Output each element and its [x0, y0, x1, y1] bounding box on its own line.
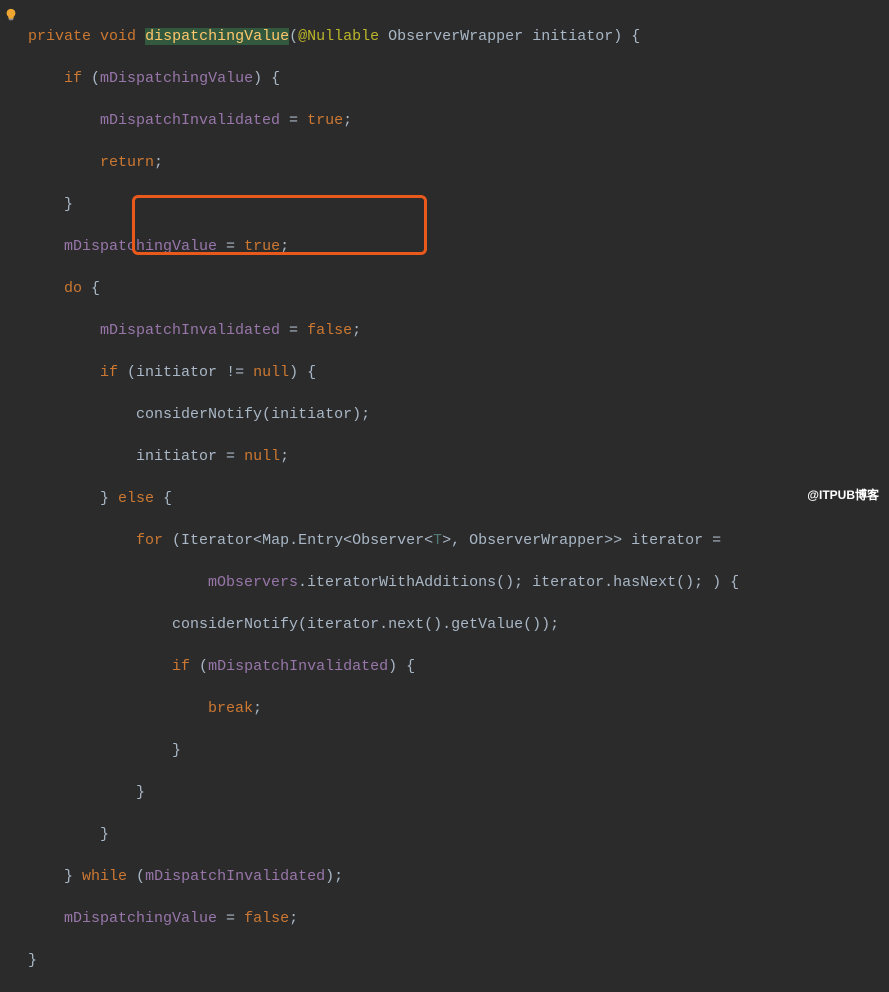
- code-line: mDispatchingValue = false;: [28, 908, 889, 929]
- code-line: if (mDispatchingValue) {: [28, 68, 889, 89]
- code-line: for (Iterator<Map.Entry<Observer<T>, Obs…: [28, 530, 889, 551]
- code-line: return;: [28, 152, 889, 173]
- code-line: }: [28, 782, 889, 803]
- code-line: break;: [28, 698, 889, 719]
- code-line: initiator = null;: [28, 446, 889, 467]
- code-line: }: [28, 950, 889, 971]
- code-line: } else {: [28, 488, 889, 509]
- code-line: considerNotify(initiator);: [28, 404, 889, 425]
- code-line: mDispatchInvalidated = true;: [28, 110, 889, 131]
- code-line: mDispatchingValue = true;: [28, 236, 889, 257]
- code-line: do {: [28, 278, 889, 299]
- code-line: mDispatchInvalidated = false;: [28, 320, 889, 341]
- watermark-label: @ITPUB博客: [807, 486, 879, 503]
- code-line: if (initiator != null) {: [28, 362, 889, 383]
- code-editor[interactable]: private void dispatchingValue(@Nullable …: [0, 5, 889, 992]
- code-line: }: [28, 740, 889, 761]
- code-line: } while (mDispatchInvalidated);: [28, 866, 889, 887]
- code-line: }: [28, 824, 889, 845]
- code-line: }: [28, 194, 889, 215]
- code-line: considerNotify(iterator.next().getValue(…: [28, 614, 889, 635]
- intention-bulb-icon[interactable]: [4, 8, 18, 22]
- code-line: private void dispatchingValue(@Nullable …: [28, 26, 889, 47]
- code-line: if (mDispatchInvalidated) {: [28, 656, 889, 677]
- code-line: mObservers.iteratorWithAdditions(); iter…: [28, 572, 889, 593]
